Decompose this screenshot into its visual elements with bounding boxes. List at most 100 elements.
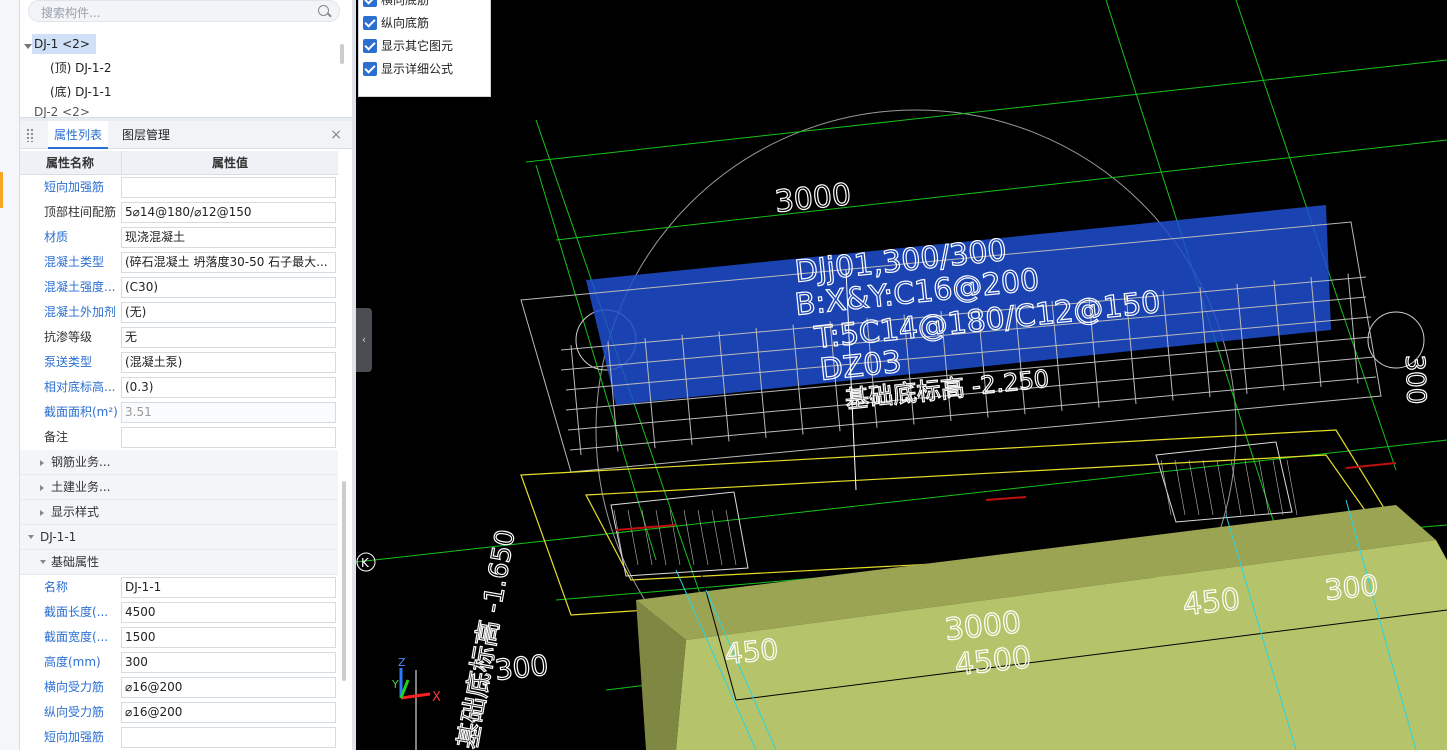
close-icon[interactable]: × [330,127,342,143]
property-value-field[interactable]: (碎石混凝土 坍落度30-50 石子最大... [121,252,336,273]
hatch-line [725,509,737,566]
tree-item-dj-2[interactable]: DJ-2 <2> [34,106,90,118]
property-name: 高度(mm) [44,655,101,669]
cage-bar [570,344,582,456]
property-value-field[interactable] [121,427,336,448]
property-value-field[interactable]: 无 [121,327,336,348]
property-name: 泵送类型 [44,355,93,369]
cage-bar [1347,273,1359,384]
hatch-line [641,509,653,566]
hatch-line [627,509,639,566]
property-value-field[interactable]: (混凝土泵) [121,352,336,373]
property-value-field[interactable]: (C30) [121,277,336,298]
property-name: 纵向受力筋 [44,705,105,719]
option-checkbox[interactable]: 显示详细公式 [363,59,454,79]
axis-z-label: Z [398,656,406,669]
hatch-line [1160,459,1172,516]
property-row: 短向加强筋 [20,725,338,750]
tree-item-dj-1-1[interactable]: (底) DJ-1-1 [50,82,111,102]
property-row: 泵送类型 (混凝土泵) [20,350,338,375]
tree-item-dj-1[interactable]: DJ-1 <2> [32,34,96,54]
property-row: 材质 现浇混凝土 [20,225,338,250]
search-input[interactable]: 搜索构件... [28,0,340,22]
tab-layers[interactable]: 图层管理 [116,121,176,149]
property-row: 备注 [20,425,338,450]
checkbox-checked-icon[interactable] [363,39,377,53]
property-value-field[interactable]: (无) [121,302,336,323]
option-label: 显示详细公式 [381,62,454,76]
display-options-panel: 横向底筋纵向底筋显示其它图元 显示详细公式 [358,0,491,97]
property-name: 混凝土外加剂 [44,305,117,319]
property-row: 名称 DJ-1-1 [20,575,338,600]
component-tree-panel: 搜索构件... DJ-1 <2> (顶) DJ-1-2 (底) DJ-1-1 D… [20,0,352,118]
dim-top-3000: 3000 [773,177,853,220]
group-display[interactable]: 显示样式 [20,500,338,525]
property-name: 名称 [44,580,69,594]
cad-viewport[interactable]: 3000 DJj01,300/300 B:X&Y:C16@200 T:5C14@… [356,0,1447,750]
search-placeholder: 搜索构件... [41,6,101,20]
tree-scrollbar[interactable] [340,44,344,64]
checkbox-checked-icon[interactable] [363,0,377,7]
property-scrollbar[interactable] [342,481,346,681]
property-row: 截面长度(... 4500 [20,600,338,625]
property-value-field[interactable]: 现浇混凝土 [121,227,336,248]
property-value-field[interactable] [121,177,336,198]
property-value-field[interactable]: 300 [121,652,336,673]
hatch-line [1202,459,1214,516]
table-header: 属性名称 属性值 [20,151,338,175]
property-name: 短向加强筋 [44,180,105,194]
group-rebar[interactable]: 钢筋业务... [20,450,338,475]
property-value-field[interactable]: ⌀16@200 [121,702,336,723]
drag-grip-icon[interactable] [26,128,34,142]
option-label: 显示其它图元 [381,39,454,53]
hatch-line [1230,459,1242,516]
group-civil[interactable]: 土建业务... [20,475,338,500]
option-checkbox[interactable]: 显示其它图元 [363,36,454,56]
group-dj-1-1[interactable]: DJ-1-1 [20,525,338,550]
hatch-line [1174,459,1186,516]
property-name: 相对底标高... [44,380,116,394]
active-marker [0,172,3,208]
property-row: 混凝土类型 (碎石混凝土 坍落度30-50 石子最大... [20,250,338,275]
left-toolbar-strip [0,0,20,750]
property-value-field[interactable]: 3.51 [121,402,336,423]
tab-properties[interactable]: 属性列表 [48,121,109,149]
option-label: 横向底筋 [381,0,430,7]
search-icon[interactable] [318,5,329,16]
property-value-field[interactable]: 5⌀14@180/⌀12@150 [121,202,336,223]
tree-item-dj-1-2[interactable]: (顶) DJ-1-2 [50,58,111,78]
axis-x-label: X [432,690,441,705]
axis-y-label: Y [391,678,399,691]
property-value-field[interactable]: 1500 [121,627,336,648]
property-row: 相对底标高... (0.3) [20,375,338,400]
option-checkbox[interactable]: 横向底筋 [363,0,430,10]
property-name: 短向加强筋 [44,730,105,744]
property-value-field[interactable] [121,727,336,748]
group-basic[interactable]: 基础属性 [20,550,338,575]
property-name: 混凝土强度... [44,280,116,294]
hatch-line [669,509,681,566]
option-checkbox[interactable]: 纵向底筋 [363,13,430,33]
property-panel: 属性列表 图层管理 × 属性名称 属性值 短向加强筋 顶部柱间配筋 5⌀14@180… [20,121,352,750]
property-value-field[interactable]: DJ-1-1 [121,577,336,598]
property-name: 备注 [44,430,69,444]
elev-left: 基础底标高 -1.650 [453,527,521,750]
property-name: 横向受力筋 [44,680,105,694]
property-row: 横向受力筋 ⌀16@200 [20,675,338,700]
option-label: 纵向底筋 [381,16,430,30]
property-row: 混凝土强度... (C30) [20,275,338,300]
property-name: 截面面积(m²) [44,405,118,419]
property-value-field[interactable]: ⌀16@200 [121,677,336,698]
checkbox-checked-icon[interactable] [363,16,377,30]
property-name: 截面宽度(... [44,630,109,644]
expand-caret-icon[interactable] [24,44,32,49]
property-value-field[interactable]: (0.3) [121,377,336,398]
property-name: 截面长度(... [44,605,109,619]
hatch-line [1244,459,1256,516]
hatch-line [697,509,709,566]
panel-tabs: 属性列表 图层管理 × [20,121,352,149]
property-value-field[interactable]: 4500 [121,602,336,623]
collapse-panel-button[interactable]: ‹ [356,308,372,372]
hatch-line [1258,459,1270,516]
checkbox-checked-icon[interactable] [363,62,377,76]
